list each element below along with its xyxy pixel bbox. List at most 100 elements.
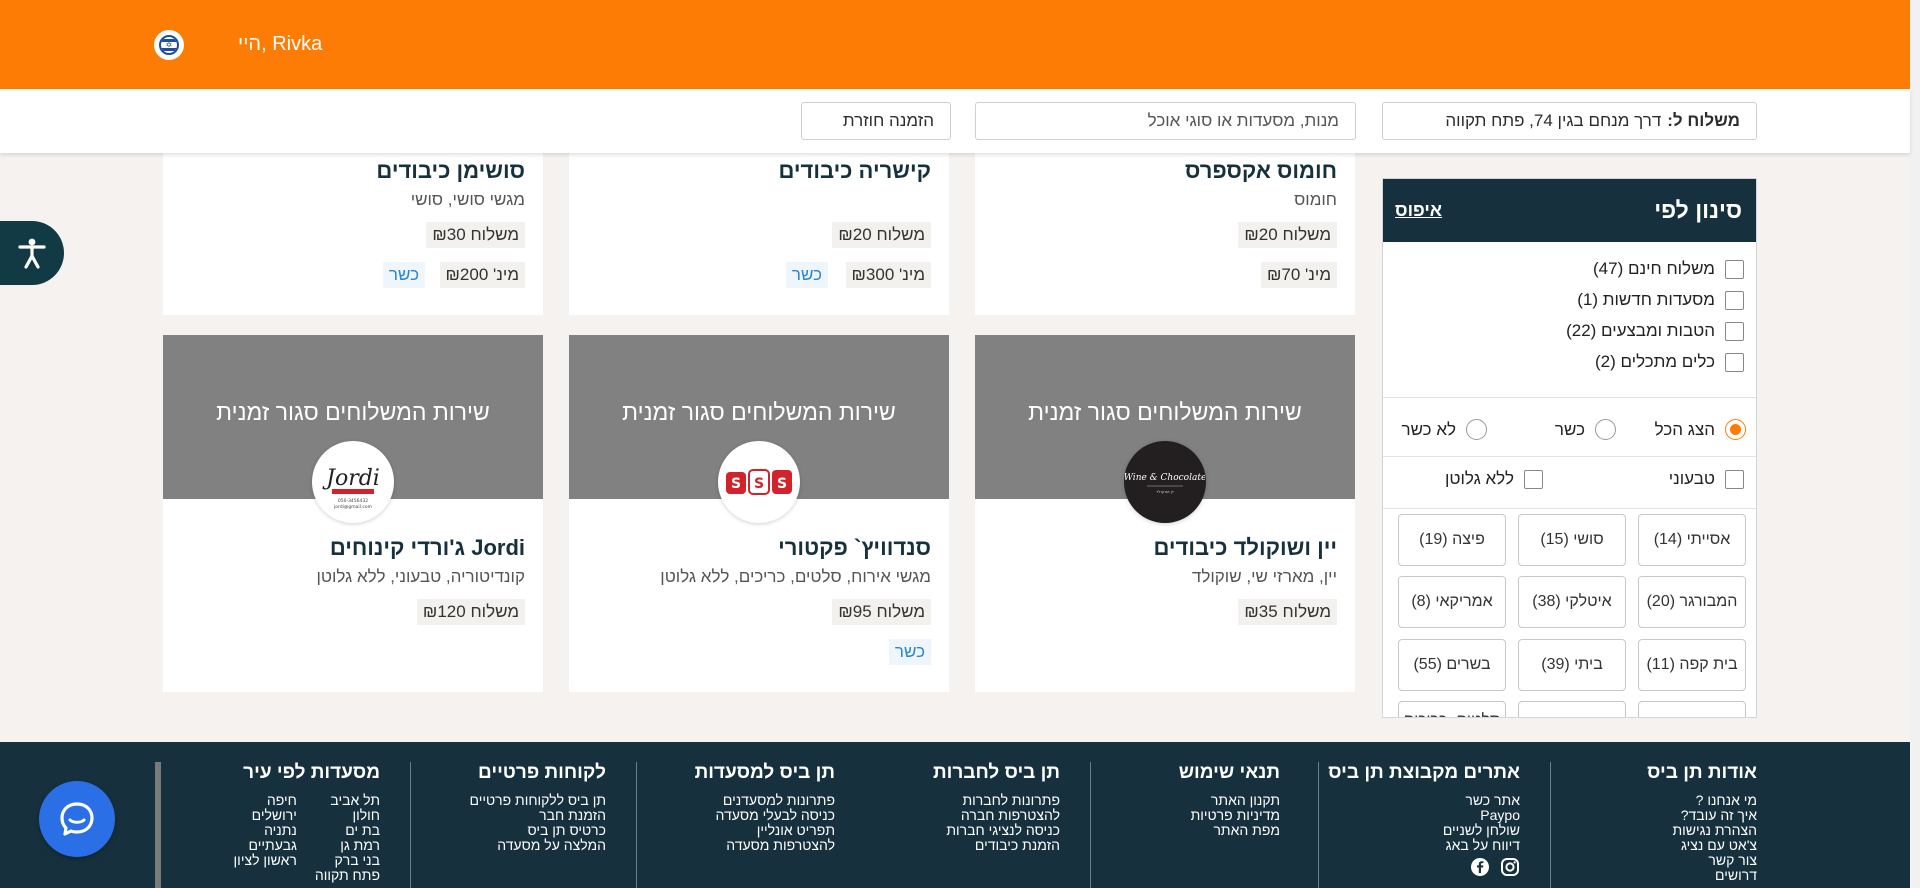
reset-filters-link[interactable]: איפוס [1395, 200, 1442, 221]
cuisine-chip-cafe[interactable]: בית קפה (11) [1638, 639, 1746, 691]
footer-link[interactable]: דיווח על באג [1328, 838, 1520, 853]
page-scrollbar[interactable] [1910, 0, 1920, 888]
checkbox[interactable] [1725, 321, 1744, 341]
filter-disposable-utensils[interactable]: כלים מתכלים (2) [1595, 352, 1744, 372]
footer-link[interactable]: פתרונות לחברות [933, 793, 1061, 808]
cuisine-chip-homestyle[interactable]: ביתי (39) [1518, 639, 1626, 691]
checkbox[interactable] [1725, 259, 1744, 279]
footer-link[interactable]: תפריט אונליין [695, 823, 835, 838]
checkbox[interactable] [1725, 352, 1744, 372]
filter-free-delivery[interactable]: משלוח חינם (47) [1593, 259, 1744, 279]
radio-show-all[interactable]: הצג הכל [1655, 419, 1746, 440]
restaurant-card[interactable]: שירות המשלוחים סגור זמנית Jordi 050-3456… [163, 335, 543, 692]
footer-link[interactable]: להצטרפות מסעדה [695, 838, 835, 853]
delivery-address: דרך מנחם בגין 74, פתח תקווה [1445, 111, 1662, 130]
footer-column-title: תן ביס לחברות [933, 762, 1060, 783]
radio-not-kosher[interactable]: לא כשר [1402, 419, 1487, 440]
filter-deals[interactable]: הטבות ומבצעים (22) [1566, 321, 1744, 341]
restaurant-card[interactable]: חומוס אקספרס חומוס משלוח ₪20 מינ' ₪70 [975, 153, 1355, 315]
checkbox[interactable] [1725, 290, 1744, 310]
filter-new-restaurants[interactable]: מסעדות חדשות (1) [1577, 290, 1744, 310]
social-links [1328, 857, 1520, 877]
footer-column-terms: תנאי שימוש תקנון האתר מדיניות פרטיות מפת… [1179, 762, 1280, 838]
footer: אודות תן ביס מי אנחנו ? איך זה עובד? הצה… [0, 742, 1910, 888]
footer-city-link[interactable]: בת ים [315, 823, 380, 838]
restaurant-card[interactable]: שירות המשלוחים סגור זמנית Wine & Chocola… [975, 335, 1355, 692]
footer-link[interactable]: כניסה לנציגי חברות [933, 823, 1060, 838]
cuisine-chip[interactable] [1638, 701, 1746, 717]
footer-link[interactable]: דרושים [1647, 868, 1757, 883]
restaurant-cuisine: יין, מארזי שי, שוקולד [1191, 567, 1337, 586]
city-list: חיפה ירושלים נתניה גבעתיים ראשון לציון [234, 793, 297, 883]
footer-city-link[interactable]: נתניה [234, 823, 297, 838]
checkbox[interactable] [1524, 469, 1543, 489]
kosher-badge: כשר [382, 262, 425, 288]
accessibility-button[interactable] [0, 221, 64, 285]
radio-kosher[interactable]: כשר [1555, 419, 1616, 440]
footer-link[interactable]: הזמנת כיבודים [933, 838, 1060, 853]
cuisine-chip-american[interactable]: אמריקאי (8) [1398, 576, 1506, 628]
footer-link[interactable]: Paypo [1328, 808, 1520, 823]
cuisine-chip-salads[interactable]: סלטים, כריכים [1398, 701, 1506, 717]
footer-city-link[interactable]: פתח תקווה [315, 868, 380, 883]
footer-city-link[interactable]: ירושלים [234, 808, 297, 823]
wine-chocolate-logo-icon: Wine & Chocolate יין ושוקולד [1125, 442, 1205, 522]
radio-button[interactable] [1466, 419, 1487, 440]
footer-link[interactable]: כניסה לבעלי מסעדה [695, 808, 835, 823]
language-button[interactable]: ✡ [154, 30, 184, 60]
footer-link[interactable]: צור קשר [1647, 853, 1757, 868]
cuisine-chip-sushi[interactable]: סושי (15) [1518, 514, 1626, 566]
footer-link[interactable]: שולחן לשניים [1328, 823, 1520, 838]
reorder-button[interactable]: הזמנה חוזרת [801, 102, 951, 140]
footer-link[interactable]: הצהרת נגישות [1647, 823, 1757, 838]
restaurant-logo: Jordi 050-3456432 jordi@gmail.com [312, 441, 394, 523]
radio-label: כשר [1554, 419, 1585, 439]
restaurant-card[interactable]: סושימן כיבודים מגשי סושי, סושי משלוח ₪30… [163, 153, 543, 315]
footer-link[interactable]: איך זה עובד? [1647, 808, 1757, 823]
instagram-icon[interactable] [1500, 857, 1520, 877]
footer-link[interactable]: מפת האתר [1179, 823, 1280, 838]
footer-city-link[interactable]: חיפה [234, 793, 297, 808]
footer-divider [1318, 762, 1319, 888]
checkbox[interactable] [1725, 469, 1744, 489]
cuisine-chip-burger[interactable]: המבורגר (20) [1638, 576, 1746, 628]
cuisine-chip-meat[interactable]: בשרים (55) [1398, 639, 1506, 691]
footer-city-link[interactable]: רמת גן [315, 838, 380, 853]
restaurant-card[interactable]: שירות המשלוחים סגור זמנית S S S סנדוויץ`… [569, 335, 949, 692]
top-bar: ✡ היי, Rivka [0, 0, 1910, 89]
footer-column-restaurants: תן ביס למסעדות פתרונות למסעדנים כניסה לב… [695, 762, 835, 853]
facebook-icon[interactable] [1470, 857, 1490, 877]
footer-link[interactable]: להצטרפות חברה [933, 808, 1060, 823]
search-input[interactable]: מנות, מסעדות או סוגי אוכל [975, 102, 1356, 140]
footer-city-link[interactable]: תל אביב [315, 793, 380, 808]
footer-link[interactable]: פתרונות למסעדנים [695, 793, 835, 808]
footer-link[interactable]: המלצה על מסעדה [469, 838, 606, 853]
footer-link[interactable]: מי אנחנו ? [1647, 793, 1757, 808]
footer-link[interactable]: אתר כשר [1328, 793, 1520, 808]
restaurant-name: סושימן כיבודים [376, 158, 525, 183]
delivery-address-field[interactable]: משלוח ל: דרך מנחם בגין 74, פתח תקווה [1382, 102, 1757, 140]
restaurant-card[interactable]: קישריה כיבודים משלוח ₪20 מינ' ₪300 כשר [569, 153, 949, 315]
delivery-fee: משלוח ₪30 [426, 222, 525, 248]
cuisine-chip-asian[interactable]: אסייתי (14) [1638, 514, 1746, 566]
user-greeting[interactable]: היי, Rivka [238, 33, 322, 56]
cuisine-chip[interactable] [1518, 701, 1626, 717]
footer-link[interactable]: תקנון האתר [1179, 793, 1280, 808]
cuisine-chip-italian[interactable]: איטלקי (38) [1518, 576, 1626, 628]
chat-button[interactable] [39, 781, 115, 857]
footer-city-link[interactable]: בני ברק [315, 853, 380, 868]
footer-city-link[interactable]: גבעתיים [234, 838, 297, 853]
footer-link[interactable]: הזמנת חבר [469, 808, 606, 823]
footer-link[interactable]: תן ביס ללקוחות פרטיים [469, 793, 606, 808]
footer-link[interactable]: כרטיס תן ביס [469, 823, 606, 838]
filter-title: סינון לפי [1654, 197, 1742, 223]
cuisine-chip-pizza[interactable]: פיצה (19) [1398, 514, 1506, 566]
filter-gluten-free[interactable]: ללא גלוטן [1445, 469, 1543, 489]
footer-link[interactable]: מדיניות פרטיות [1179, 808, 1280, 823]
radio-button[interactable] [1595, 419, 1616, 440]
footer-link[interactable]: צ'אט עם נציג [1647, 838, 1757, 853]
footer-city-link[interactable]: חולון [315, 808, 380, 823]
footer-city-link[interactable]: ראשון לציון [234, 853, 297, 868]
filter-vegan[interactable]: טבעוני [1669, 469, 1744, 489]
radio-button[interactable] [1725, 419, 1746, 440]
